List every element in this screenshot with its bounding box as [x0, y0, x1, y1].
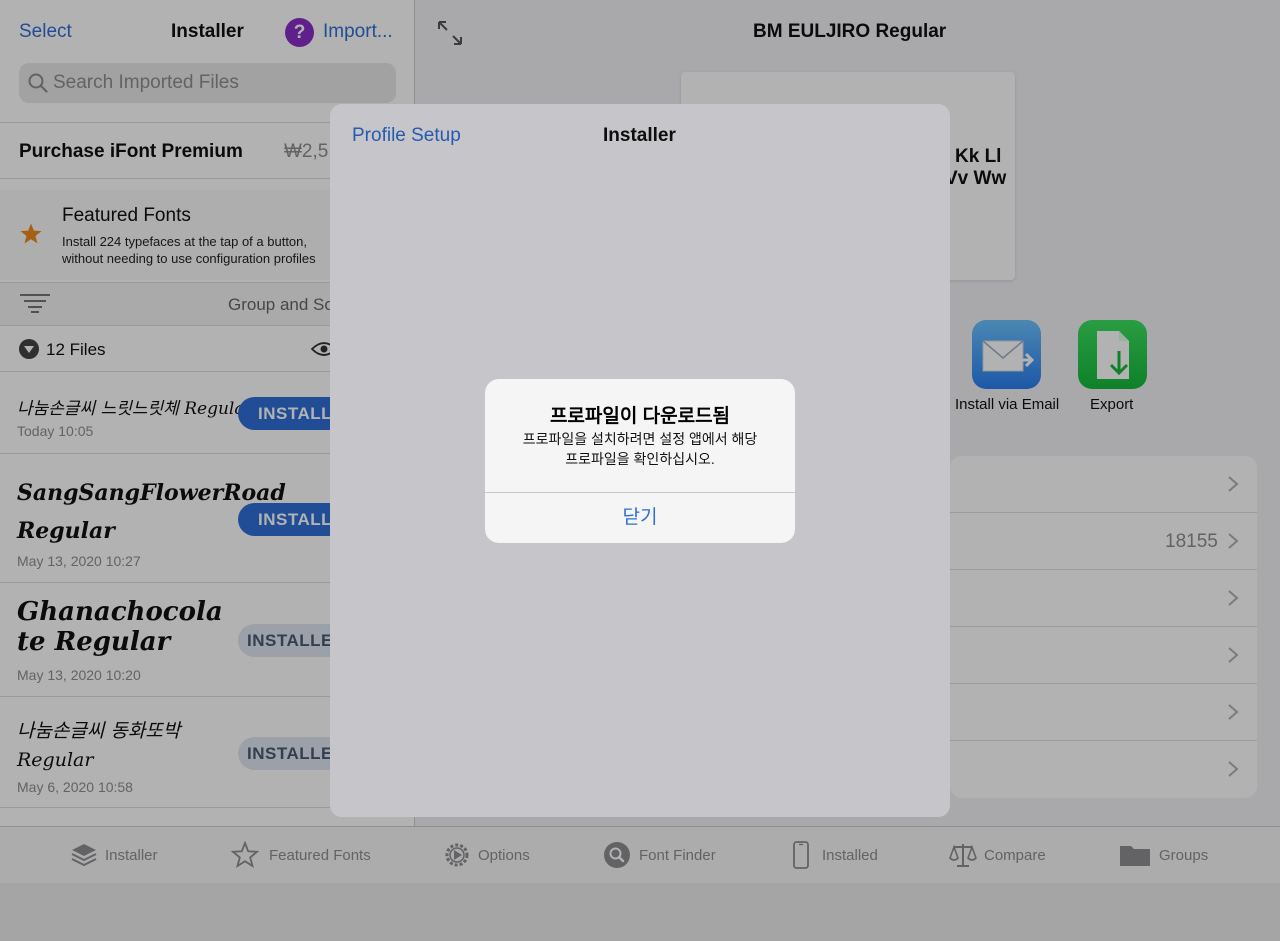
alert-message-line-1: 프로파일을 설치하려면 설정 앱에서 해당 [522, 431, 758, 447]
close-button[interactable]: 닫기 [485, 493, 795, 543]
alert-title: 프로파일이 다운로드됨 [549, 406, 731, 427]
alert-message-line-2: 프로파일을 확인하십시오. [565, 451, 715, 467]
profile-downloaded-alert: 프로파일이 다운로드됨 프로파일을 설치하려면 설정 앱에서 해당 프로파일을 … [485, 379, 795, 543]
alert-message: 프로파일을 설치하려면 설정 앱에서 해당 프로파일을 확인하십시오. [505, 429, 775, 469]
